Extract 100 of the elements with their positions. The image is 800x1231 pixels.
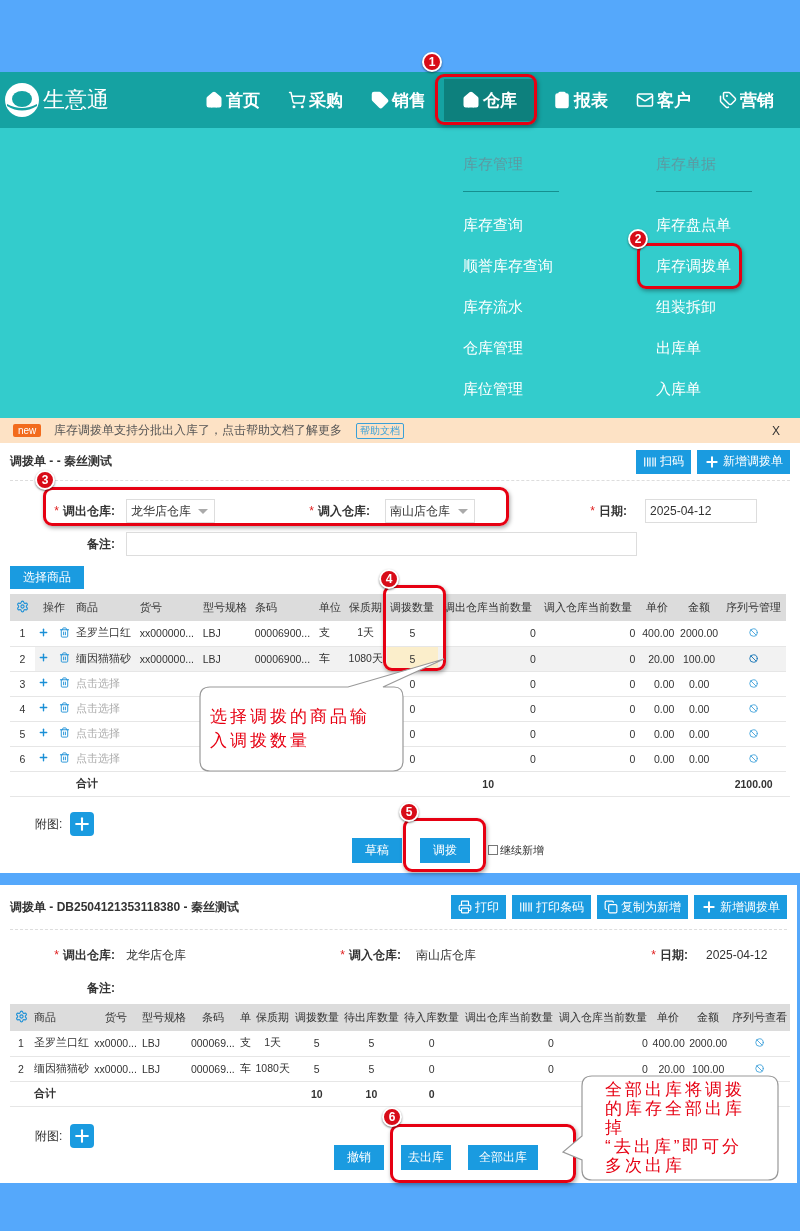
row-number: 6 [10, 746, 35, 771]
toolbar-button[interactable]: 打印 [451, 895, 506, 919]
row-number: 2 [10, 646, 35, 671]
table-cell: 0 [530, 627, 536, 640]
serial-icon[interactable] [749, 703, 759, 713]
product-placeholder[interactable]: 点击选择 [75, 701, 120, 714]
menu-item[interactable]: 仓库管理 [463, 327, 559, 368]
toolbar-button[interactable]: 复制为新增 [597, 895, 688, 919]
table-cell: LBJ [141, 1037, 160, 1050]
toolbar-button[interactable]: 新增调拨单 [694, 895, 787, 919]
serial-icon[interactable] [749, 728, 759, 738]
delete-icon[interactable] [59, 752, 71, 763]
help-link[interactable]: 帮助文档 [356, 422, 405, 439]
serial-icon[interactable] [749, 678, 759, 688]
menu-item[interactable]: 库位管理 [463, 368, 559, 409]
table-cell: 车 [318, 651, 330, 664]
settings-icon[interactable] [14, 1010, 28, 1023]
field-label: 备注: [86, 979, 115, 997]
action-button[interactable]: 草稿 [352, 837, 402, 863]
delete-icon[interactable] [59, 626, 71, 638]
add-image-button[interactable] [70, 811, 95, 836]
nav-item[interactable]: 营销 [709, 79, 784, 121]
serial-icon[interactable] [755, 1063, 765, 1073]
add-row-icon[interactable] [38, 702, 50, 713]
table-cell: 缅因猫猫砂 [75, 651, 131, 664]
delete-icon[interactable] [59, 702, 71, 713]
serial-icon[interactable] [749, 628, 759, 638]
toolbar-button[interactable]: 打印条码 [512, 895, 591, 919]
product-placeholder[interactable]: 点击选择 [75, 751, 120, 764]
table-cell: 0 [530, 652, 536, 665]
nav-item[interactable]: 客户 [626, 79, 701, 121]
add-row-icon[interactable] [38, 626, 50, 638]
table-cell: 0.00 [688, 752, 710, 765]
table-cell: LBJ [202, 627, 221, 640]
column-header: 单价 [637, 594, 677, 621]
menu-item[interactable]: 顺誉库存查询 [463, 245, 559, 286]
column-header: 待出库数量 [341, 1004, 402, 1031]
action-button[interactable]: 调拨 [420, 837, 470, 863]
warehouse-select[interactable]: 龙华店仓库 [126, 499, 215, 523]
select-goods-button[interactable]: 选择商品 [10, 565, 84, 589]
action-button[interactable]: 撤销 [334, 1144, 384, 1170]
delete-icon[interactable] [59, 727, 71, 738]
quantity-field[interactable]: 0 [409, 677, 416, 690]
date-field[interactable]: 2025-04-12 [645, 499, 757, 523]
table-cell: 0 [530, 677, 536, 690]
menu-item[interactable]: 库存调拨单 [656, 245, 752, 286]
column-header: 调出仓库当前数量 [461, 1004, 556, 1031]
nav-item[interactable]: 采购 [278, 79, 353, 121]
quantity-field[interactable]: 0 [409, 727, 416, 740]
delete-icon[interactable] [59, 677, 71, 688]
delete-icon[interactable] [59, 652, 71, 663]
quantity-field[interactable]: 5 [409, 627, 416, 640]
table-cell: 20.00 [648, 652, 675, 665]
table-cell: 1080天 [348, 651, 383, 664]
menu-item[interactable]: 组装拆卸 [656, 286, 752, 327]
toolbar-button[interactable]: 新增调拨单 [697, 449, 790, 474]
quantity-field[interactable]: 5 [409, 652, 416, 665]
action-button[interactable]: 全部出库 [468, 1144, 538, 1170]
add-image-button[interactable] [70, 1123, 95, 1148]
table-cell: xx0000... [94, 1062, 137, 1075]
action-button[interactable]: 去出库 [401, 1144, 451, 1170]
add-row-icon[interactable] [38, 752, 50, 763]
table-cell: 0.00 [653, 702, 675, 715]
serial-icon[interactable] [749, 653, 759, 663]
nav-item[interactable]: 仓库 [444, 79, 535, 121]
product-placeholder[interactable]: 点击选择 [75, 676, 120, 689]
continue-checkbox[interactable]: 继续新增 [488, 842, 544, 858]
product-placeholder[interactable]: 点击选择 [75, 726, 120, 739]
table-cell: 缅因猫猫砂 [34, 1061, 89, 1074]
note-field[interactable] [126, 532, 637, 556]
toolbar-button[interactable]: 扫码 [636, 449, 691, 474]
column-header: 保质期 [345, 594, 387, 621]
column-header: 待入库数量 [401, 1004, 462, 1031]
table-cell: 1天 [264, 1036, 282, 1049]
quantity-field[interactable]: 0 [409, 752, 416, 765]
serial-icon[interactable] [749, 753, 759, 763]
printer-icon [458, 900, 472, 914]
table-cell: 0 [548, 1062, 554, 1075]
add-row-icon[interactable] [38, 727, 50, 738]
total-label: 合计 [75, 776, 98, 789]
add-row-icon[interactable] [38, 652, 50, 663]
add-row-icon[interactable] [38, 677, 50, 688]
close-button[interactable]: X [772, 423, 780, 438]
menu-item[interactable]: 库存查询 [463, 204, 559, 245]
menu-item[interactable]: 库存盘点单 [656, 204, 752, 245]
nav-item[interactable]: 报表 [543, 79, 618, 121]
table-cell: 0.00 [653, 727, 675, 740]
nav-item[interactable]: 销售 [361, 79, 436, 121]
settings-icon[interactable] [16, 600, 29, 613]
table-cell: 0 [629, 752, 636, 765]
warehouse-select[interactable]: 南山店仓库 [385, 499, 475, 523]
serial-icon[interactable] [755, 1038, 765, 1048]
menu-item[interactable]: 库存流水 [463, 286, 559, 327]
quantity-field[interactable]: 0 [409, 702, 416, 715]
nav-item[interactable]: 首页 [195, 79, 270, 121]
column-header: 调拨数量 [386, 594, 439, 621]
menu-item[interactable]: 入库单 [656, 368, 752, 409]
menu-item[interactable]: 出库单 [656, 327, 752, 368]
callout-text: 选择调拨的商品输入调拨数量 [210, 706, 371, 752]
column-header: 调拨数量 [292, 1004, 342, 1031]
